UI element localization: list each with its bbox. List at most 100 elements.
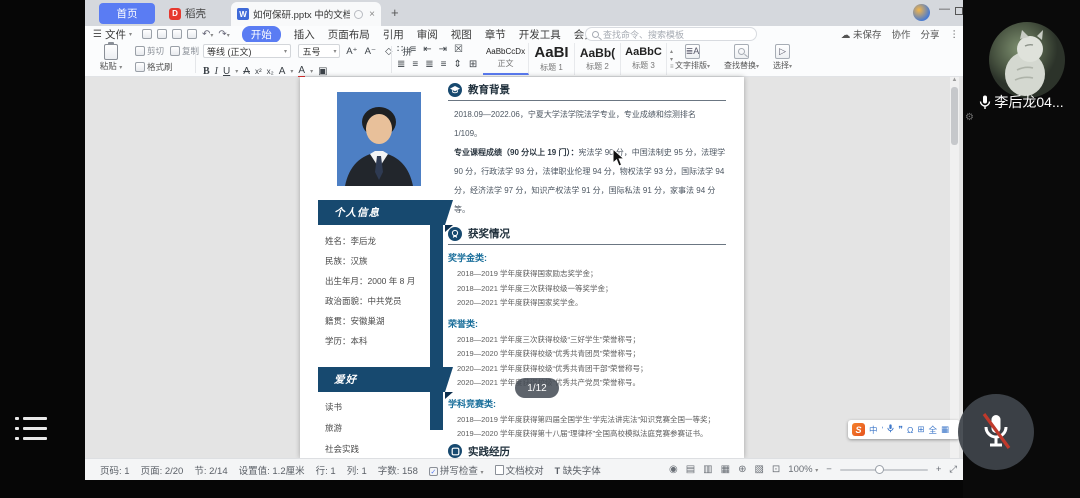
tab-home[interactable]: 首页 bbox=[99, 3, 155, 24]
char-shading-icon[interactable]: ▣ bbox=[318, 66, 327, 77]
line-spacing-icon[interactable]: ⇕ bbox=[453, 59, 461, 70]
find-replace-button[interactable]: 查找替换▾ bbox=[724, 44, 759, 71]
align-left-icon[interactable]: ≣ bbox=[397, 59, 405, 70]
ime-chat-icon[interactable]: ❞ bbox=[898, 424, 903, 435]
fullscreen-icon[interactable]: ⤢ bbox=[949, 464, 957, 475]
redo-icon[interactable]: ↷▾ bbox=[218, 29, 229, 40]
eye-protection-icon[interactable]: ◉ bbox=[669, 464, 678, 475]
format-painter-button[interactable]: 格式刷 bbox=[135, 61, 173, 73]
collaborate-button[interactable]: 协作 bbox=[891, 27, 910, 41]
file-menu[interactable]: ☰ 文件 ▾ bbox=[93, 27, 132, 42]
tab-document[interactable]: W 如何保研.pptx 中的文档 × bbox=[231, 2, 381, 26]
ime-mic-icon[interactable] bbox=[887, 424, 894, 435]
minimize-button[interactable]: — bbox=[939, 3, 950, 15]
select-button[interactable]: ▷ 选择▾ bbox=[773, 44, 792, 71]
missing-font-button[interactable]: T 缺失字体 bbox=[555, 463, 601, 477]
clear-format-icon[interactable]: ◇ bbox=[382, 44, 396, 58]
zoom-slider-knob[interactable] bbox=[875, 465, 884, 474]
output-icon[interactable] bbox=[157, 29, 167, 39]
undo-icon[interactable]: ↶▾ bbox=[202, 29, 213, 40]
borders-icon[interactable]: ⊞ bbox=[469, 59, 477, 70]
zoom-out-icon[interactable]: − bbox=[826, 464, 832, 475]
close-tab-icon[interactable]: × bbox=[369, 9, 375, 20]
increase-indent-icon[interactable]: ⇥ bbox=[439, 44, 447, 55]
scrollbar-thumb[interactable] bbox=[951, 87, 958, 145]
decrease-indent-icon[interactable]: ⇤ bbox=[423, 44, 431, 55]
paragraph-group: ∷ ≡ ⇤ ⇥ ☒ ≣ ≡ ≣ ≡ ⇕ ⊞ bbox=[397, 44, 477, 74]
ime-pen-icon[interactable]: ʼ bbox=[882, 425, 884, 435]
proofread-button[interactable]: 文档校对 bbox=[495, 463, 544, 477]
ribbon-tab-section[interactable]: 章节 bbox=[485, 27, 506, 42]
zoom-level[interactable]: 100% ▾ bbox=[788, 464, 818, 475]
style-normal[interactable]: AaBbCcDx 正文 bbox=[483, 43, 529, 75]
award-item: 2018—2021 学年度三次获得校级一等奖学金； bbox=[448, 282, 726, 297]
read-mode-icon[interactable]: ▦ bbox=[721, 464, 730, 475]
style-heading1[interactable]: AaBI 标题 1 bbox=[529, 43, 575, 75]
spellcheck-toggle[interactable]: ✓拼写检查 ▾ bbox=[429, 463, 484, 477]
ribbon-tab-insert[interactable]: 插入 bbox=[294, 27, 315, 42]
tab-docer[interactable]: D 稻壳 bbox=[163, 3, 225, 24]
outline-view-icon[interactable]: ▥ bbox=[703, 464, 712, 475]
mic-muted-indicator[interactable] bbox=[958, 394, 1034, 470]
highlight-icon[interactable]: A bbox=[279, 66, 286, 77]
strikethrough-icon[interactable]: A bbox=[243, 66, 250, 77]
fit-page-icon[interactable]: ⊡ bbox=[772, 464, 780, 475]
unsaved-status[interactable]: ☁ 未保存 bbox=[841, 27, 882, 41]
paste-button[interactable]: 粘贴 bbox=[100, 61, 117, 71]
paste-icon[interactable] bbox=[104, 44, 118, 60]
save-icon[interactable] bbox=[142, 29, 152, 39]
scroll-up-icon[interactable]: ▲ bbox=[950, 77, 959, 83]
cut-button[interactable]: 剪切 bbox=[135, 45, 164, 57]
font-name-select[interactable]: 等线 (正文)▾ bbox=[203, 44, 291, 58]
ribbon-tab-developer[interactable]: 开发工具 bbox=[519, 27, 561, 42]
increase-font-icon[interactable]: A⁺ bbox=[345, 44, 359, 58]
style-heading3[interactable]: AaBbC 标题 3 bbox=[621, 43, 667, 75]
subscript-icon[interactable]: x₂ bbox=[267, 67, 274, 76]
underline-icon[interactable]: U bbox=[223, 66, 230, 77]
show-marks-icon[interactable]: ☒ bbox=[454, 44, 463, 55]
text-layout-button[interactable]: ≣A 文字排版▾ bbox=[675, 44, 710, 71]
superscript-icon[interactable]: x² bbox=[255, 67, 262, 76]
ime-toolbox-icon[interactable]: ▦ bbox=[941, 424, 949, 435]
print-icon[interactable] bbox=[172, 29, 182, 39]
font-size-select[interactable]: 五号▾ bbox=[298, 44, 340, 58]
ime-mode-chinese[interactable]: 中 bbox=[869, 424, 878, 436]
italic-icon[interactable]: I bbox=[215, 66, 218, 77]
ribbon-tab-page-layout[interactable]: 页面布局 bbox=[328, 27, 370, 42]
page-view-icon[interactable]: ▤ bbox=[686, 464, 695, 475]
maximize-button[interactable] bbox=[955, 7, 963, 15]
more-menu-icon[interactable]: ⋮ bbox=[950, 29, 960, 40]
ime-fullwidth-icon[interactable]: 全 bbox=[928, 424, 937, 436]
decrease-font-icon[interactable]: A⁻ bbox=[363, 44, 377, 58]
align-center-icon[interactable]: ≡ bbox=[412, 59, 418, 70]
edit-pen-icon[interactable]: ▧ bbox=[754, 464, 763, 475]
align-right-icon[interactable]: ≣ bbox=[425, 59, 433, 70]
ribbon-tab-review[interactable]: 审阅 bbox=[417, 27, 438, 42]
document-area[interactable]: 个人信息 姓名：李后龙 民族：汉族 出生年月：2000 年 8 月 政治面貌：中… bbox=[85, 77, 963, 458]
gear-icon[interactable]: ⚙ bbox=[965, 112, 974, 123]
ime-toolbar[interactable]: S 中 ʼ ❞ Ω ⊞ 全 ▦ bbox=[848, 420, 960, 439]
bullet-list-icon[interactable]: ∷ bbox=[397, 44, 403, 55]
numbered-list-icon[interactable]: ≡ bbox=[410, 44, 416, 55]
account-avatar[interactable] bbox=[913, 4, 930, 21]
participant-list-icon[interactable] bbox=[15, 415, 49, 445]
preview-icon[interactable] bbox=[187, 29, 197, 39]
zoom-in-icon[interactable]: + bbox=[936, 464, 942, 475]
new-tab-button[interactable]: + bbox=[391, 5, 399, 20]
web-view-icon[interactable]: ⊕ bbox=[738, 464, 746, 475]
style-heading2[interactable]: AaBb( 标题 2 bbox=[575, 43, 621, 75]
vertical-scrollbar[interactable]: ▲ bbox=[950, 77, 959, 458]
meeting-screen-share: 首页 D 稻壳 W 如何保研.pptx 中的文档 × + — ☰ 文件 ▾ bbox=[0, 0, 1080, 498]
resume-page[interactable]: 个人信息 姓名：李后龙 民族：汉族 出生年月：2000 年 8 月 政治面貌：中… bbox=[300, 77, 744, 458]
ime-headset-icon[interactable]: Ω bbox=[907, 425, 913, 435]
search-input[interactable]: 查找命令、搜索模板 bbox=[585, 27, 757, 41]
ribbon-tab-references[interactable]: 引用 bbox=[383, 27, 404, 42]
bold-icon[interactable]: B bbox=[203, 66, 210, 77]
justify-icon[interactable]: ≡ bbox=[441, 59, 447, 70]
ime-logo[interactable]: S bbox=[852, 423, 865, 436]
ime-keyboard-icon[interactable]: ⊞ bbox=[917, 424, 924, 435]
ribbon-tab-view[interactable]: 视图 bbox=[451, 27, 472, 42]
zoom-slider[interactable] bbox=[840, 469, 928, 471]
ribbon-tab-home[interactable]: 开始 bbox=[242, 26, 281, 43]
share-button[interactable]: 分享 bbox=[920, 27, 939, 41]
